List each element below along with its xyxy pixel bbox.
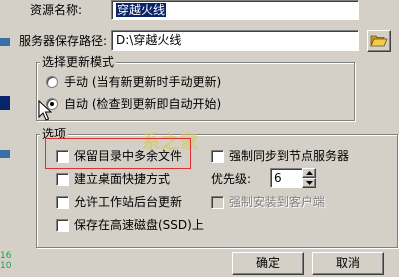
manual-update-label[interactable]: 手动 (当有新更新时手动更新): [64, 74, 221, 90]
resource-name-field[interactable]: 穿越火线: [111, 0, 359, 20]
manual-update-radio[interactable]: [46, 76, 58, 88]
parent-list-marker: [0, 150, 10, 158]
desktop-shortcut-label[interactable]: 建立桌面快捷方式: [74, 171, 170, 187]
arrow-down-icon: [306, 181, 313, 185]
force-sync-checkbox[interactable]: [211, 150, 224, 163]
workstation-update-label[interactable]: 允许工作站后台更新: [74, 194, 182, 210]
priority-up-button[interactable]: [302, 168, 316, 178]
highlight-annotation-box: [45, 138, 191, 169]
folder-open-icon: [370, 35, 388, 47]
mouse-cursor-icon: [38, 100, 52, 121]
auto-update-label[interactable]: 自动 (检查到更新即自动开始): [64, 96, 221, 112]
ok-button[interactable]: 确定: [232, 252, 304, 275]
cancel-button[interactable]: 取消: [312, 252, 384, 275]
save-ssd-checkbox[interactable]: [56, 219, 69, 232]
resource-name-value: 穿越火线: [116, 3, 167, 17]
priority-value: 6: [274, 171, 282, 185]
arrow-up-icon: [306, 171, 313, 175]
parent-row-number: 16: [0, 251, 12, 261]
save-path-field[interactable]: D:\穿越火线: [111, 30, 359, 51]
force-sync-label[interactable]: 强制同步到节点服务器: [229, 148, 349, 164]
workstation-update-checkbox[interactable]: [56, 196, 69, 209]
update-mode-group: [36, 62, 355, 121]
priority-label: 优先级:: [211, 172, 252, 186]
update-mode-title: 选择更新模式: [40, 55, 117, 69]
desktop-shortcut-checkbox[interactable]: [56, 173, 69, 186]
resource-name-label: 资源名称:: [30, 3, 83, 17]
parent-row-number: 10: [0, 261, 12, 271]
priority-input[interactable]: 6: [270, 168, 303, 188]
save-ssd-label[interactable]: 保存在高速磁盘(SSD)上: [74, 217, 204, 233]
save-path-label: 服务器保存路径:: [19, 34, 108, 48]
parent-selected-row: [0, 96, 10, 110]
force-install-client-checkbox[interactable]: [211, 196, 224, 209]
parent-window-edge: 16 10: [0, 0, 12, 277]
force-install-client-label: 强制安装到客户端: [229, 195, 326, 209]
priority-down-button[interactable]: [302, 178, 316, 188]
priority-spinner[interactable]: [302, 168, 316, 188]
save-path-value: D:\穿越火线: [116, 33, 182, 47]
browse-folder-button[interactable]: [367, 30, 391, 52]
parent-list-marker: [0, 38, 10, 46]
